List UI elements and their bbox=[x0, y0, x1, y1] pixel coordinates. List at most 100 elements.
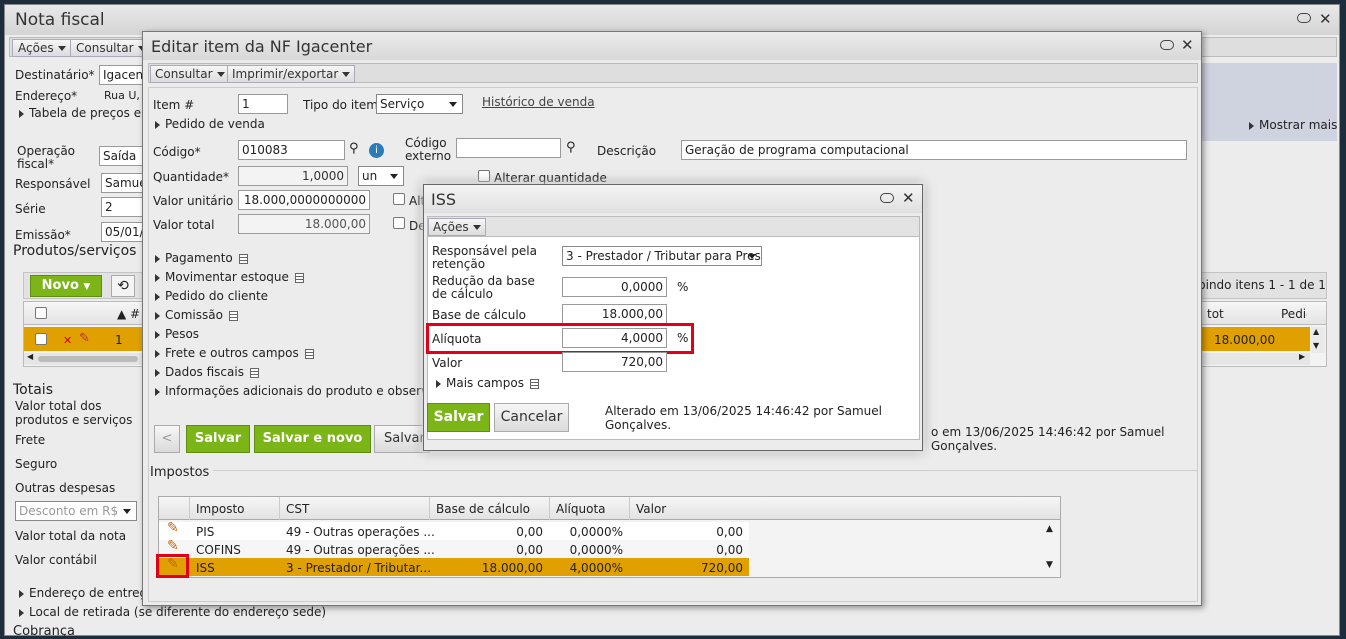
emissao-label: Emissão* bbox=[15, 228, 71, 242]
novo-button[interactable]: Novo ▼ bbox=[30, 275, 102, 297]
responsavel-input[interactable]: Samuel bbox=[101, 173, 147, 193]
impostos-title: Impostos bbox=[150, 465, 214, 480]
operacao-label: Operação fiscal* bbox=[17, 144, 76, 171]
col-pedido-header[interactable]: Pedido bbox=[1281, 307, 1307, 321]
mostrar-mais-link[interactable]: Mostrar mais bbox=[1249, 118, 1337, 132]
chat-icon[interactable] bbox=[1160, 40, 1174, 50]
chat-icon[interactable] bbox=[1297, 13, 1311, 23]
close-icon[interactable]: ✕ bbox=[1319, 10, 1332, 28]
de-checkbox[interactable] bbox=[393, 217, 405, 229]
edit-icon[interactable]: ✎ bbox=[167, 538, 179, 554]
row-valor: 720,00 bbox=[701, 561, 743, 575]
salvar-button[interactable]: Salvar bbox=[186, 425, 250, 453]
valor-label: Valor bbox=[432, 356, 463, 370]
valor-input[interactable]: 720,00 bbox=[562, 352, 667, 372]
historico-link[interactable]: Histórico de venda bbox=[482, 95, 595, 109]
section-pesos[interactable]: Pesos bbox=[155, 327, 199, 341]
menu-acoes[interactable]: Ações bbox=[12, 39, 72, 57]
col-tot-header[interactable]: tot bbox=[1207, 307, 1224, 321]
col-base[interactable]: Base de cálculo bbox=[436, 502, 530, 516]
col-imposto[interactable]: Imposto bbox=[196, 502, 245, 516]
section-movimentar-estoque[interactable]: Movimentar estoque bbox=[155, 270, 304, 284]
valor-contabil-label: Valor contábil bbox=[15, 553, 97, 567]
unidade-select[interactable]: un bbox=[358, 166, 404, 186]
section-dados-fiscais[interactable]: Dados fiscais bbox=[155, 365, 259, 379]
edit-icon[interactable]: ✎ bbox=[79, 331, 90, 346]
menu-acoes[interactable]: Ações bbox=[428, 218, 486, 236]
section-frete[interactable]: Frete e outros campos bbox=[155, 346, 314, 360]
salvar-button[interactable]: Salvar bbox=[427, 403, 490, 432]
tipo-select[interactable]: Serviço bbox=[376, 94, 463, 114]
alterar-quantidade-checkbox[interactable] bbox=[478, 170, 490, 182]
responsavel-retencao-select[interactable]: 3 - Prestador / Tributar para Pres bbox=[562, 246, 762, 266]
section-comissao[interactable]: Comissão bbox=[155, 308, 238, 322]
tabela-precos-toggle[interactable]: Tabela de preços e re bbox=[19, 106, 157, 120]
menu-consultar[interactable]: Consultar bbox=[150, 65, 230, 83]
pedido-venda-toggle[interactable]: Pedido de venda bbox=[155, 117, 265, 131]
impostos-vscroll[interactable]: ▲ ▼ bbox=[1045, 522, 1059, 576]
salvar-novo-button[interactable]: Salvar e novo bbox=[254, 425, 371, 453]
desconto-select[interactable]: Desconto em R$ bbox=[15, 501, 137, 521]
search-icon[interactable]: ⚲ bbox=[566, 140, 576, 155]
endereco-value: Rua U, bbox=[104, 89, 140, 102]
prev-button[interactable]: < bbox=[154, 425, 180, 453]
salvar-secondary-button[interactable]: Salvar bbox=[374, 425, 430, 453]
quantidade-input[interactable]: 1,0000 bbox=[238, 166, 348, 186]
menu-consultar[interactable]: Consultar bbox=[70, 39, 152, 57]
iss-dialog: ISS ✕ Ações Responsável pela retenção 3 … bbox=[423, 184, 923, 451]
local-retirada-toggle[interactable]: Local de retirada (se diferente do ender… bbox=[19, 605, 326, 619]
descricao-label: Descrição bbox=[597, 144, 657, 158]
destinatario-input[interactable]: Igacent bbox=[99, 65, 147, 85]
serie-label: Série bbox=[15, 202, 46, 216]
row-imposto: COFINS bbox=[196, 543, 241, 557]
col-divider bbox=[279, 497, 280, 520]
operacao-select[interactable]: Saída bbox=[99, 146, 147, 166]
menu-imprimir[interactable]: Imprimir/exportar bbox=[227, 65, 356, 83]
codigo-externo-input[interactable] bbox=[456, 138, 561, 158]
mais-campos-toggle[interactable]: Mais campos bbox=[436, 376, 539, 390]
section-pagamento[interactable]: Pagamento bbox=[155, 251, 248, 265]
section-pedido-cliente[interactable]: Pedido do cliente bbox=[155, 289, 268, 303]
destinatario-label: Destinatário* bbox=[15, 68, 95, 82]
section-informacoes[interactable]: Informações adicionais do produto e obse… bbox=[155, 384, 449, 398]
delete-icon[interactable]: ✕ bbox=[63, 334, 72, 347]
item-input[interactable]: 1 bbox=[238, 94, 288, 114]
endereco-entrega-toggle[interactable]: Endereço de entrega/ bbox=[19, 586, 159, 600]
grid-vscroll[interactable]: ▲ ▼ bbox=[1311, 327, 1325, 353]
col-valor[interactable]: Valor bbox=[636, 502, 666, 516]
col-hash-header[interactable]: ▲ # bbox=[117, 307, 140, 321]
chat-icon[interactable] bbox=[880, 193, 894, 203]
responsavel-label: Responsável bbox=[15, 177, 91, 191]
reducao-base-input[interactable]: 0,0000 bbox=[562, 277, 667, 297]
col-aliquota[interactable]: Alíquota bbox=[556, 502, 606, 516]
edit-title: Editar item da NF Igacenter bbox=[151, 37, 373, 56]
base-calculo-input[interactable]: 18.000,00 bbox=[562, 304, 667, 324]
row-aliquota: 0,0000% bbox=[569, 525, 623, 539]
totais-title: Totais bbox=[13, 382, 53, 398]
emissao-input[interactable]: 05/01/2 bbox=[101, 222, 147, 242]
info-icon[interactable]: i bbox=[369, 143, 384, 158]
search-icon[interactable]: ⚲ bbox=[349, 141, 359, 156]
col-cst[interactable]: CST bbox=[286, 502, 309, 516]
col-divider bbox=[549, 497, 550, 520]
descricao-input[interactable]: Geração de programa computacional bbox=[681, 140, 1187, 160]
alterar-quantidade-label: Alterar quantidade bbox=[494, 171, 607, 185]
valor-unitario-input[interactable]: 18.000,0000000000 bbox=[238, 190, 370, 210]
cancelar-button[interactable]: Cancelar bbox=[494, 403, 569, 432]
row-checkbox[interactable] bbox=[35, 333, 47, 345]
codigo-input[interactable]: 010083 bbox=[238, 140, 345, 160]
reducao-base-label: Redução da base de cálculo bbox=[432, 274, 535, 301]
select-all-checkbox[interactable] bbox=[35, 307, 47, 319]
codigo-label: Código* bbox=[153, 145, 201, 159]
alt-checkbox[interactable] bbox=[393, 193, 405, 205]
exibindo-text: bindo itens 1 - 1 de 1 bbox=[1198, 278, 1326, 292]
edit-icon[interactable]: ✎ bbox=[167, 520, 179, 536]
valor-total-input: 18.000,00 bbox=[238, 214, 370, 234]
base-calculo-label: Base de cálculo bbox=[432, 308, 527, 322]
close-icon[interactable]: ✕ bbox=[1181, 36, 1194, 54]
serie-input[interactable]: 2 bbox=[101, 197, 147, 217]
close-icon[interactable]: ✕ bbox=[902, 189, 915, 207]
frete-label: Frete bbox=[15, 433, 46, 447]
row-cst: 3 - Prestador / Tributar... bbox=[286, 561, 431, 575]
refresh-icon[interactable]: ⟲ bbox=[111, 275, 135, 297]
